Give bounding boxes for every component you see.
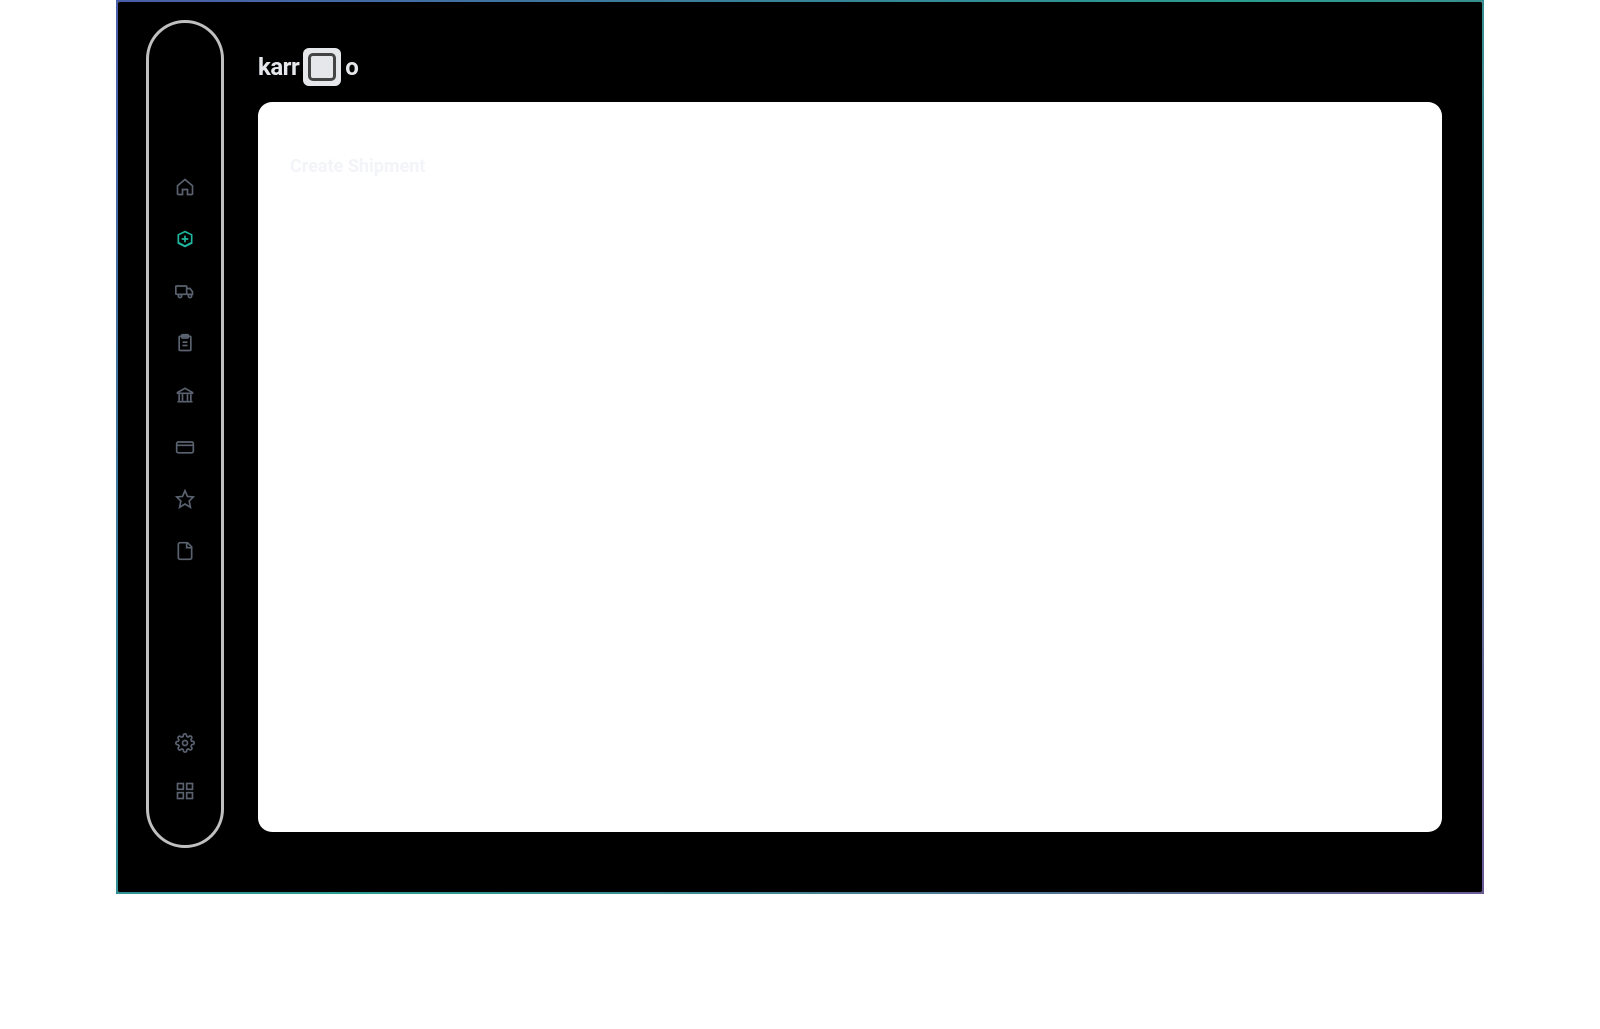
bank-icon — [175, 385, 195, 409]
sidebar-bottom — [173, 733, 197, 805]
main-card: Create Shipment — [258, 102, 1442, 832]
document-icon — [175, 541, 195, 565]
sidebar-item-settings[interactable] — [173, 733, 197, 757]
sidebar-item-apps[interactable] — [173, 781, 197, 805]
app-logo: karr o — [258, 48, 358, 86]
sidebar-item-documents[interactable] — [173, 541, 197, 565]
sidebar-item-home[interactable] — [173, 177, 197, 201]
home-icon — [175, 177, 195, 201]
app-logo-suffix: o — [345, 53, 358, 81]
sidebar — [146, 20, 224, 848]
sidebar-item-payments[interactable] — [173, 385, 197, 409]
settings-icon — [175, 733, 195, 757]
sidebar-item-orders[interactable] — [173, 333, 197, 357]
truck-icon — [175, 281, 195, 305]
star-icon — [175, 489, 195, 513]
app-window: karr o Create Shipment — [116, 0, 1484, 894]
sidebar-nav — [173, 177, 197, 733]
clipboard-icon — [175, 333, 195, 357]
app-logo-icon — [303, 48, 341, 86]
package-upload-icon — [175, 229, 195, 253]
sidebar-item-shipments[interactable] — [173, 281, 197, 305]
sidebar-item-wallet[interactable] — [173, 437, 197, 461]
grid-icon — [175, 781, 195, 805]
page-title: Create Shipment — [290, 156, 1410, 177]
credit-card-icon — [175, 437, 195, 461]
sidebar-item-create-shipment[interactable] — [173, 229, 197, 253]
sidebar-logo[interactable] — [162, 41, 208, 87]
app-logo-prefix: karr — [258, 53, 299, 81]
sidebar-item-favorites[interactable] — [173, 489, 197, 513]
